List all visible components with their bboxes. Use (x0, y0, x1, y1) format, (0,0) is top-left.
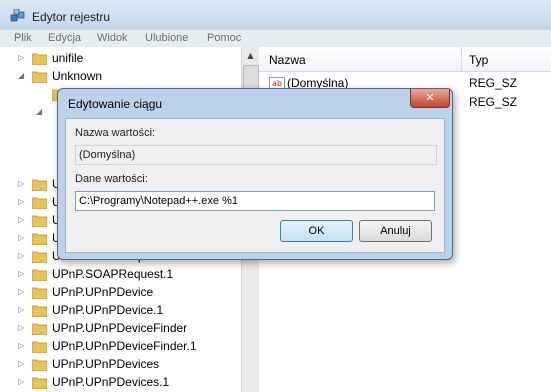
column-divider[interactable] (461, 47, 462, 71)
tree-item-label: UPnP.UPnPDevice.1 (52, 303, 164, 317)
tree-item-label: UPnP.UPnPDevice (52, 285, 154, 299)
tree-item-label: UPnP.UPnPDeviceFinder.1 (52, 339, 197, 353)
collapse-icon[interactable]: ◢ (36, 107, 42, 116)
tree-item[interactable]: ▷ UPnP.SOAPRequest.1 (0, 266, 240, 284)
menu-file[interactable]: Plik (14, 32, 32, 44)
value-data-input[interactable]: C:\Programy\Notepad++.exe %1 (75, 191, 435, 211)
expand-icon[interactable]: ▷ (18, 359, 24, 368)
tree-item-label: UPnP.UPnPDeviceFinder (52, 321, 188, 335)
folder-icon (32, 251, 47, 263)
menu-view[interactable]: Widok (97, 32, 128, 44)
folder-icon (32, 233, 47, 245)
value-data-label: Dane wartości: (75, 173, 148, 185)
tree-item[interactable]: ▷ UPnP.UPnPDeviceFinder (0, 320, 240, 338)
dialog-body: Nazwa wartości: (Domyślna) Dane wartości… (65, 118, 445, 253)
column-name[interactable]: Nazwa (269, 53, 306, 67)
value-type: REG_SZ (469, 76, 518, 90)
tree-item[interactable]: ▷ UPnP.UPnPDevice.1 (0, 302, 240, 320)
close-icon[interactable]: ✕ (410, 89, 450, 108)
tree-item-label: Unknown (52, 69, 103, 83)
dialog-title: Edytowanie ciągu (68, 97, 163, 111)
edit-string-dialog: Edytowanie ciągu ✕ Nazwa wartości: (Domy… (57, 88, 453, 260)
folder-icon (32, 323, 47, 335)
expand-icon[interactable]: ▷ (18, 215, 24, 224)
folder-icon (32, 287, 47, 299)
folder-icon (32, 359, 47, 371)
menu-favorites[interactable]: Ulubione (145, 32, 188, 44)
folder-icon (32, 215, 47, 227)
expand-icon[interactable]: ▷ (18, 269, 24, 278)
tree-item-label: UPnP.SOAPRequest.1 (52, 267, 174, 281)
folder-icon (32, 269, 47, 281)
expand-icon[interactable]: ▷ (18, 179, 24, 188)
expand-icon[interactable]: ▷ (18, 251, 24, 260)
expand-icon[interactable]: ▷ (18, 323, 24, 332)
tree-item-label: UPnP.UPnPDevices (52, 357, 160, 371)
value-name-field: (Domyślna) (75, 145, 437, 165)
tree-item[interactable]: ▷ UPnP.UPnPDevice (0, 284, 240, 302)
tree-item[interactable]: ▷ unifile (0, 50, 240, 68)
folder-icon (32, 179, 47, 191)
expand-icon[interactable]: ▷ (18, 341, 24, 350)
folder-icon (32, 197, 47, 209)
value-type: REG_SZ (469, 95, 518, 109)
scroll-up-icon[interactable]: ▲ (242, 47, 259, 64)
expand-icon[interactable]: ▷ (18, 287, 24, 296)
folder-icon (32, 305, 47, 317)
column-type[interactable]: Typ (469, 53, 488, 67)
expand-icon[interactable]: ▷ (18, 53, 24, 62)
value-name-label: Nazwa wartości: (75, 127, 156, 139)
open-folder-icon (32, 71, 47, 83)
ok-button[interactable]: OK (280, 220, 353, 242)
expand-icon[interactable]: ▷ (18, 233, 24, 242)
collapse-icon[interactable]: ◢ (18, 71, 24, 80)
folder-icon (32, 53, 47, 65)
tree-item[interactable]: ▷ UPnP.UPnPDevices.1 (0, 374, 240, 392)
cancel-button[interactable]: Anuluj (359, 220, 432, 242)
list-header: Nazwa Typ (259, 47, 551, 72)
registry-editor-icon (10, 9, 25, 22)
tree-item[interactable]: ◢ Unknown (0, 68, 240, 86)
expand-icon[interactable]: ▷ (18, 305, 24, 314)
window-title: Edytor rejestru (32, 10, 111, 24)
tree-item-label: unifile (52, 51, 84, 65)
menu-edit[interactable]: Edycja (48, 32, 81, 44)
tree-item[interactable]: ▷ UPnP.UPnPDeviceFinder.1 (0, 338, 240, 356)
folder-icon (32, 341, 47, 353)
folder-icon (32, 377, 47, 389)
expand-icon[interactable]: ▷ (18, 377, 24, 386)
tree-item-label: UPnP.UPnPDevices.1 (52, 375, 170, 389)
tree-item[interactable]: ▷ UPnP.UPnPDevices (0, 356, 240, 374)
menu-bar: Plik Edycja Widok Ulubione Pomoc (0, 30, 551, 48)
expand-icon[interactable]: ▷ (18, 197, 24, 206)
title-bar: Edytor rejestru (0, 0, 551, 30)
menu-help[interactable]: Pomoc (207, 32, 241, 44)
